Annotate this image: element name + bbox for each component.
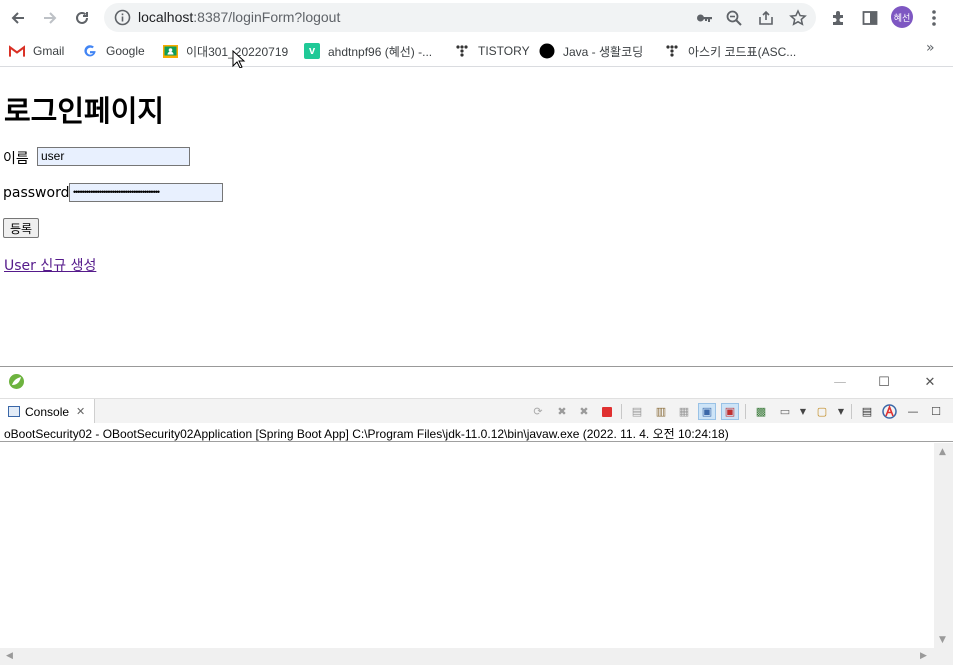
bookmark-label: Java - 생활코딩 bbox=[563, 44, 644, 59]
mouse-cursor-icon bbox=[232, 50, 246, 69]
clear-console-icon[interactable]: ▤ bbox=[628, 403, 646, 420]
password-label: password bbox=[3, 185, 70, 201]
view-minimize-icon[interactable]: — bbox=[904, 403, 922, 420]
extension-icon[interactable] bbox=[825, 5, 851, 31]
username-input[interactable]: user bbox=[37, 147, 190, 166]
zoom-icon[interactable] bbox=[724, 8, 744, 28]
minimize-icon[interactable]: — bbox=[830, 373, 850, 391]
share-icon[interactable] bbox=[756, 8, 776, 28]
password-input[interactable]: •••••••••••••••••••••••••••••••••••••••• bbox=[69, 183, 223, 202]
scroll-lock-icon[interactable]: ▥ bbox=[652, 403, 670, 420]
side-panel-icon[interactable] bbox=[857, 5, 883, 31]
spring-logo-icon bbox=[8, 373, 25, 390]
profile-avatar[interactable]: 혜선 bbox=[891, 6, 913, 28]
remove-launch-icon[interactable]: ✖ bbox=[553, 403, 571, 420]
google-icon bbox=[82, 43, 98, 59]
remove-all-launches-icon[interactable]: ✖ bbox=[575, 403, 593, 420]
velog-icon: v bbox=[304, 43, 320, 59]
tab-console[interactable]: Console ✕ bbox=[0, 399, 95, 424]
show-on-stdout-icon[interactable]: ▣ bbox=[698, 403, 716, 420]
url-path: :8387/loginForm?logout bbox=[193, 9, 341, 25]
copy-icon[interactable]: ▤ bbox=[858, 403, 876, 420]
bookmark-ascii[interactable]: 아스키 코드표(ASC... bbox=[664, 41, 796, 61]
submit-button[interactable]: 등록 bbox=[3, 218, 40, 238]
console-process-description: oBootSecurity02 - OBootSecurity02Applica… bbox=[0, 423, 953, 442]
username-label: 이름 bbox=[3, 151, 29, 167]
scroll-up-icon[interactable]: ▲ bbox=[939, 447, 946, 457]
ansi-color-icon[interactable] bbox=[880, 403, 898, 420]
url-text: localhost:8387/loginForm?logout bbox=[138, 9, 340, 25]
circle-icon bbox=[539, 43, 555, 59]
tistory-icon bbox=[664, 43, 680, 59]
bookmark-java[interactable]: Java - 생활코딩 bbox=[539, 41, 643, 61]
open-console-icon[interactable]: ▢ bbox=[813, 403, 831, 420]
scroll-right-icon[interactable]: ▶ bbox=[920, 651, 927, 661]
chevron-down-icon[interactable]: ▼ bbox=[794, 403, 812, 420]
bookmark-label: Google bbox=[106, 44, 145, 58]
terminate-all-icon[interactable]: ⟳ bbox=[529, 403, 547, 420]
bookmarks-overflow-icon[interactable]: » bbox=[926, 40, 935, 56]
console-icon bbox=[8, 406, 20, 417]
screen: localhost:8387/loginForm?logout 혜선 Gmail… bbox=[0, 0, 953, 665]
close-tab-icon[interactable]: ✕ bbox=[76, 405, 85, 418]
menu-kebab-icon[interactable] bbox=[921, 5, 947, 31]
address-bar[interactable]: localhost:8387/loginForm?logout bbox=[104, 3, 816, 32]
bookmark-label: TISTORY bbox=[478, 44, 530, 58]
new-user-link[interactable]: User 신규 생성 bbox=[4, 255, 96, 275]
key-icon[interactable] bbox=[694, 8, 714, 28]
bookmark-velog[interactable]: v ahdtnpf96 (혜선) -... bbox=[304, 41, 432, 61]
info-icon[interactable] bbox=[114, 9, 131, 26]
eclipse-console-window: — ☐ ✕ Console ✕ ⟳ ✖ ✖ ▤ ▥ ▦ ▣ ▣ ▩ ▭ ▼ ▢ … bbox=[0, 366, 953, 665]
stop-icon[interactable] bbox=[598, 403, 616, 420]
gmail-icon bbox=[9, 43, 25, 59]
scroll-left-icon[interactable]: ◀ bbox=[6, 651, 13, 661]
close-icon[interactable]: ✕ bbox=[920, 373, 940, 391]
login-page: 로그인페이지 이름 user password ••••••••••••••••… bbox=[0, 68, 953, 366]
classroom-icon bbox=[162, 43, 178, 59]
chevron-down-icon[interactable]: ▼ bbox=[832, 403, 850, 420]
pin-console-icon[interactable]: ▩ bbox=[752, 403, 770, 420]
tistory-icon bbox=[454, 43, 470, 59]
toolbar-separator bbox=[621, 404, 622, 419]
bookmark-classroom[interactable]: 이대301_20220719 bbox=[162, 41, 288, 61]
back-arrow-icon[interactable] bbox=[5, 5, 31, 31]
display-console-icon[interactable]: ▭ bbox=[776, 403, 794, 420]
toolbar-separator bbox=[745, 404, 746, 419]
reload-icon[interactable] bbox=[69, 5, 95, 31]
console-output-area[interactable] bbox=[0, 443, 934, 648]
bookmark-label: ahdtnpf96 (혜선) -... bbox=[328, 44, 433, 59]
page-title: 로그인페이지 bbox=[4, 94, 165, 128]
bookmarks-bar: Gmail Google 이대301_20220719 v ahdtnpf96 … bbox=[0, 35, 953, 67]
view-maximize-icon[interactable]: ☐ bbox=[927, 403, 945, 420]
tab-label: Console bbox=[25, 404, 70, 419]
bookmark-google[interactable]: Google bbox=[82, 41, 145, 61]
bookmark-label: 아스키 코드표(ASC... bbox=[688, 44, 797, 59]
scroll-down-icon[interactable]: ▼ bbox=[939, 635, 946, 645]
word-wrap-icon[interactable]: ▦ bbox=[675, 403, 693, 420]
console-tabbar: Console ✕ ⟳ ✖ ✖ ▤ ▥ ▦ ▣ ▣ ▩ ▭ ▼ ▢ ▼ ▤ — … bbox=[0, 398, 953, 424]
show-on-stderr-icon[interactable]: ▣ bbox=[721, 403, 739, 420]
bookmark-label: Gmail bbox=[33, 44, 65, 58]
eclipse-titlebar: — ☐ ✕ bbox=[0, 367, 953, 397]
toolbar-separator bbox=[851, 404, 852, 419]
vertical-scrollbar[interactable]: ▲ ▼ bbox=[934, 443, 953, 648]
horizontal-scrollbar[interactable]: ◀ ▶ bbox=[0, 648, 953, 665]
bookmark-tistory[interactable]: TISTORY bbox=[454, 41, 530, 61]
maximize-icon[interactable]: ☐ bbox=[874, 373, 894, 391]
bookmark-gmail[interactable]: Gmail bbox=[9, 41, 64, 61]
star-icon[interactable] bbox=[788, 8, 808, 28]
forward-arrow-icon[interactable] bbox=[37, 5, 63, 31]
url-host: localhost bbox=[138, 9, 194, 25]
browser-toolbar: localhost:8387/loginForm?logout 혜선 bbox=[0, 0, 953, 35]
